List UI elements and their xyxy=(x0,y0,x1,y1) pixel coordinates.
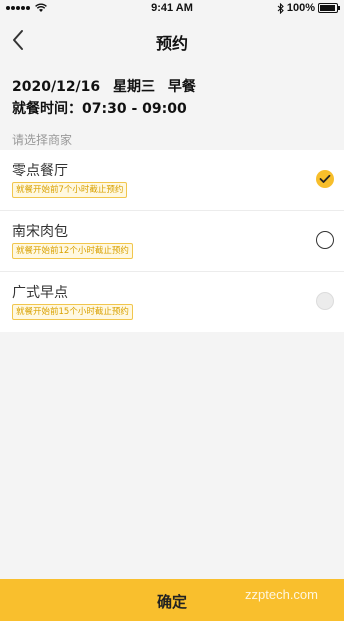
meal-time-row: 就餐时间：07:30 - 09:00 xyxy=(12,98,204,120)
meal-time-label: 就餐时间： xyxy=(12,101,82,117)
deadline-tag: 就餐开始前15个小时截止预约 xyxy=(12,304,133,320)
battery-percent: 100% xyxy=(286,2,315,14)
merchant-name: 南宋肉包 xyxy=(12,224,68,240)
section-label: 请选择商家 xyxy=(12,133,73,147)
merchant-item[interactable]: 零点餐厅 就餐开始前7个小时截止预约 xyxy=(0,150,344,211)
deadline-tag: 就餐开始前7个小时截止预约 xyxy=(12,182,128,198)
bluetooth-icon xyxy=(277,2,284,14)
page-title: 预约 xyxy=(155,34,188,53)
deadline-tag: 就餐开始前12个小时截止预约 xyxy=(12,243,133,259)
meal-date-row: 2020/12/16 星期三 早餐 xyxy=(12,76,204,98)
merchant-item: 广式早点 就餐开始前15个小时截止预约 xyxy=(0,272,344,332)
watermark: zzptech.com xyxy=(245,587,318,602)
merchant-name: 广式早点 xyxy=(12,285,68,301)
radio-unchecked-icon[interactable] xyxy=(316,231,334,249)
merchant-name: 零点餐厅 xyxy=(12,163,68,179)
status-bar: 9:41 AM 100% xyxy=(0,0,344,18)
radio-disabled-icon xyxy=(316,292,334,310)
meal-time-range: 07:30 - 09:00 xyxy=(82,101,187,117)
meal-info: 2020/12/16 星期三 早餐 就餐时间：07:30 - 09:00 xyxy=(12,76,204,120)
radio-checked-icon[interactable] xyxy=(316,170,334,188)
meal-weekday: 星期三 xyxy=(113,79,156,95)
merchant-list: 零点餐厅 就餐开始前7个小时截止预约 南宋肉包 就餐开始前12个小时截止预约 广… xyxy=(0,150,344,332)
merchant-item[interactable]: 南宋肉包 就餐开始前12个小时截止预约 xyxy=(0,211,344,272)
meal-type: 早餐 xyxy=(167,79,196,95)
battery-icon xyxy=(318,3,340,13)
status-right: 100% xyxy=(277,2,340,14)
meal-date: 2020/12/16 xyxy=(12,79,101,95)
nav-bar: 预约 xyxy=(0,18,344,62)
